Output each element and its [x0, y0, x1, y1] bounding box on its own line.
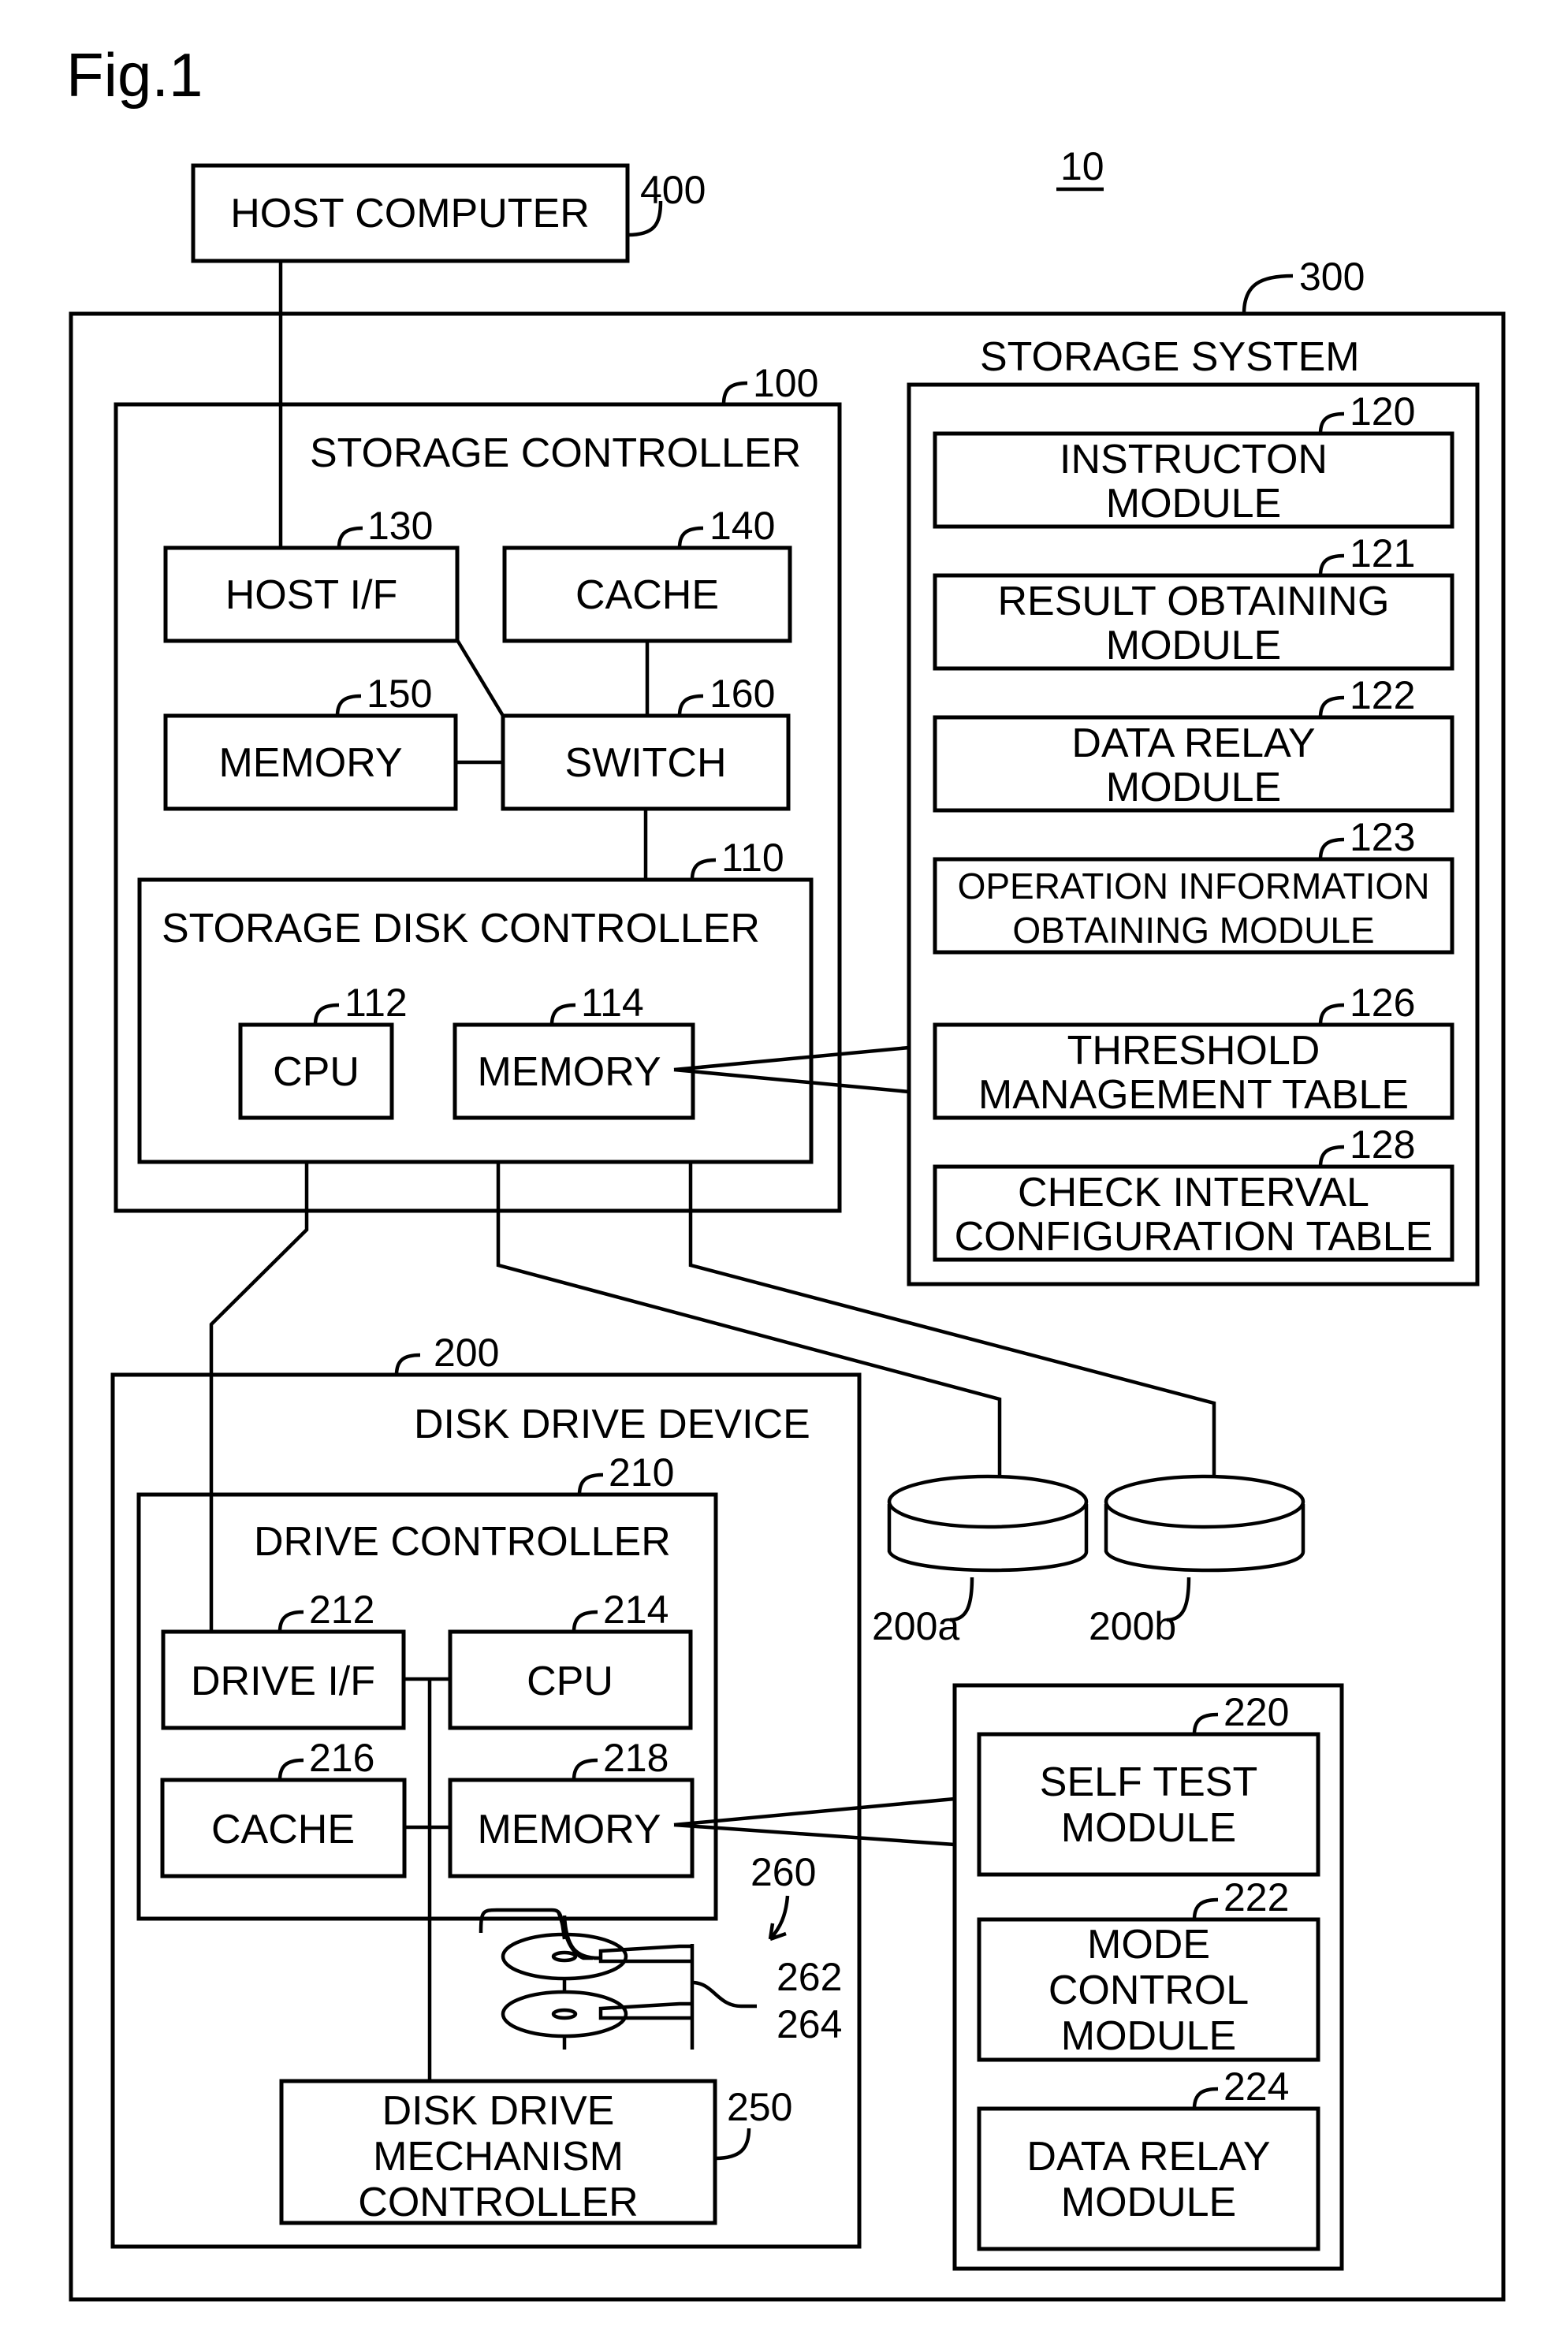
ref-260: 260	[750, 1850, 816, 1894]
ref-216: 216	[309, 1736, 374, 1780]
host-if-label: HOST I/F	[225, 572, 398, 618]
ref-200b: 200b	[1089, 1604, 1176, 1648]
ref-160: 160	[710, 672, 775, 716]
storage-system-label: STORAGE SYSTEM	[980, 334, 1360, 380]
figure-title: Fig.1	[66, 40, 203, 110]
module-label-126-2: MANAGEMENT TABLE	[978, 1072, 1409, 1118]
ref-112: 112	[345, 981, 408, 1025]
drive-controller-label: DRIVE CONTROLLER	[254, 1519, 671, 1565]
ref-120: 120	[1350, 389, 1415, 434]
drive-module-label-222-1: MODE	[1087, 1922, 1210, 1968]
mechanism-controller-line-1: DISK DRIVE	[382, 2088, 615, 2134]
ref-218: 218	[603, 1736, 669, 1780]
ref-250: 250	[727, 2085, 792, 2129]
switch-label: SWITCH	[564, 740, 726, 786]
module-label-122-2: MODULE	[1106, 765, 1281, 810]
cache-label: CACHE	[575, 572, 719, 618]
ref-212: 212	[309, 1588, 374, 1632]
ref-224: 224	[1223, 2065, 1289, 2109]
sdc-memory-label: MEMORY	[477, 1049, 661, 1095]
ref-200: 200	[434, 1331, 499, 1375]
ref-100: 100	[753, 361, 818, 405]
ref-222: 222	[1223, 1875, 1289, 1919]
ref-122: 122	[1350, 673, 1415, 717]
dc-memory-label: MEMORY	[477, 1807, 661, 1852]
ref-262: 262	[777, 1955, 842, 1999]
mechanism-controller-line-2: MECHANISM	[373, 2134, 624, 2180]
system-ref: 10	[1060, 144, 1104, 188]
host-computer-label: HOST COMPUTER	[230, 191, 590, 236]
ref-114: 114	[581, 981, 644, 1025]
ref-110: 110	[721, 836, 784, 880]
leader-300	[1242, 274, 1294, 315]
ref-126: 126	[1350, 981, 1415, 1025]
dc-cpu-label: CPU	[527, 1659, 613, 1704]
storage-disk-controller-label: STORAGE DISK CONTROLLER	[162, 906, 760, 951]
memory-label: MEMORY	[218, 740, 402, 786]
drive-module-label-222-2: CONTROL	[1048, 1968, 1249, 2013]
ref-150: 150	[367, 672, 432, 716]
module-label-122-1: DATA RELAY	[1071, 720, 1315, 766]
drive-modules: SELF TESTMODULE220MODECONTROLMODULE222DA…	[977, 1690, 1320, 2251]
drive-module-label-220-1: SELF TEST	[1040, 1759, 1257, 1805]
module-label-126-1: THRESHOLD	[1067, 1028, 1320, 1074]
ref-128: 128	[1350, 1123, 1415, 1167]
block-diagram: Fig.1 10 300 HOST COMPUTER 400 STORAGE C…	[66, 40, 1506, 2302]
module-label-121-2: MODULE	[1106, 623, 1281, 668]
ref-264: 264	[777, 2002, 842, 2046]
drive-module-label-224-2: MODULE	[1061, 2180, 1236, 2225]
module-label-121-1: RESULT OBTAINING	[998, 579, 1390, 624]
drive-module-label-220-2: MODULE	[1061, 1805, 1236, 1851]
ref-123: 123	[1350, 815, 1415, 859]
ref-121: 121	[1350, 531, 1415, 575]
ref-400: 400	[640, 168, 706, 212]
ref-220: 220	[1223, 1690, 1289, 1734]
mechanism-controller-line-3: CONTROLLER	[358, 2180, 638, 2225]
module-label-120-1: INSTRUCTON	[1060, 437, 1328, 482]
ref-200a: 200a	[872, 1604, 959, 1648]
drive-module-label-224-1: DATA RELAY	[1026, 2134, 1270, 2180]
storage-controller-label: STORAGE CONTROLLER	[310, 430, 801, 476]
ref-130: 130	[367, 504, 433, 548]
dc-cache-label: CACHE	[211, 1807, 355, 1852]
module-label-123-2: OBTAINING MODULE	[1012, 910, 1374, 951]
module-label-120-2: MODULE	[1106, 481, 1281, 527]
module-label-128-1: CHECK INTERVAL	[1018, 1170, 1369, 1216]
drive-if-label: DRIVE I/F	[191, 1659, 375, 1704]
ref-300: 300	[1299, 255, 1365, 299]
module-label-123-1: OPERATION INFORMATION	[958, 866, 1430, 907]
drive-module-label-222-3: MODULE	[1061, 2013, 1236, 2059]
sdc-cpu-label: CPU	[273, 1049, 359, 1095]
ref-210: 210	[609, 1450, 674, 1495]
disk-drive-device-label: DISK DRIVE DEVICE	[414, 1402, 810, 1447]
module-label-128-2: CONFIGURATION TABLE	[955, 1214, 1433, 1260]
ref-140: 140	[710, 504, 775, 548]
ref-214: 214	[603, 1588, 669, 1632]
